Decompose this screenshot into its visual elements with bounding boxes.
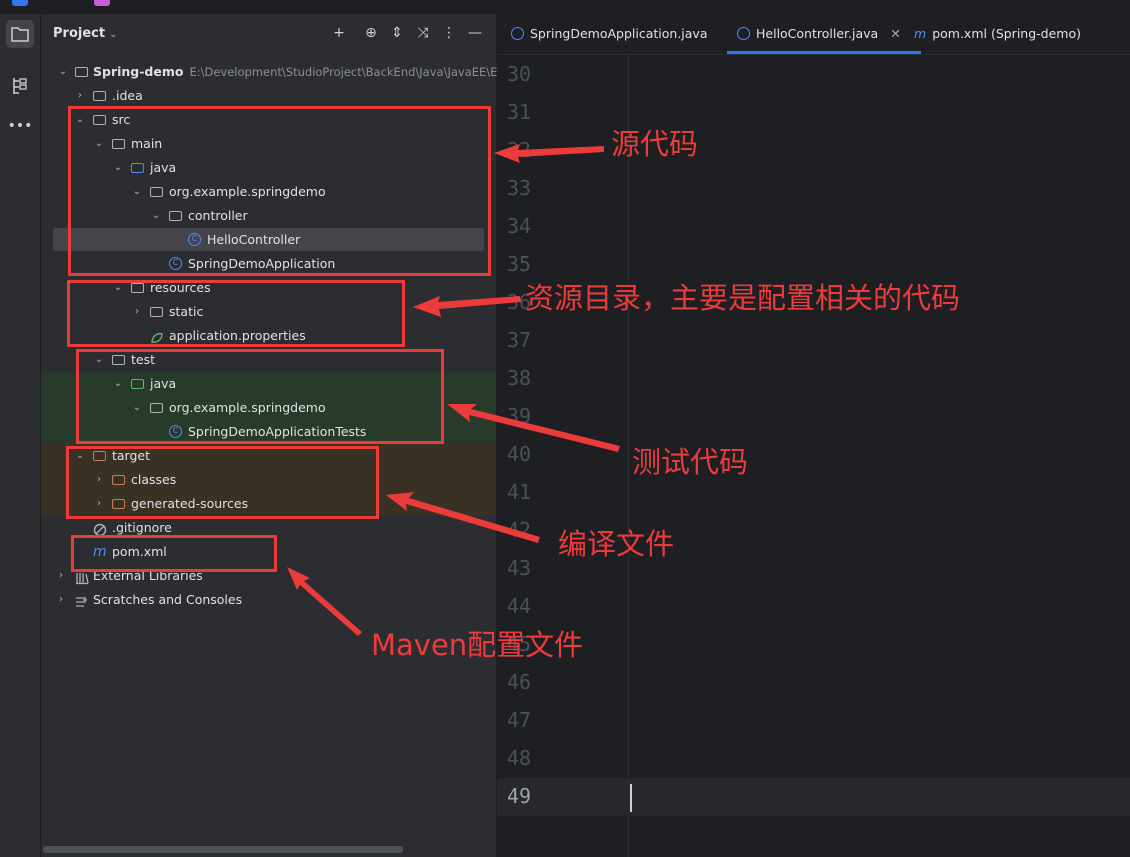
arrow-maven (287, 567, 362, 636)
compiled-annotation-label: 编译文件 (558, 527, 675, 561)
annotation-arrows (287, 144, 620, 636)
arrow-source (494, 144, 604, 163)
arrow-resources (413, 296, 521, 317)
source-annotation-label: 源代码 (611, 127, 699, 161)
test-annotation-label: 测试代码 (632, 445, 749, 479)
arrow-compiled (386, 492, 540, 543)
resources-annotation-label: 资源目录，主要是配置相关的代码 (525, 281, 961, 315)
maven-annotation-label: Maven配置文件 (371, 628, 584, 662)
arrow-test (447, 404, 620, 452)
